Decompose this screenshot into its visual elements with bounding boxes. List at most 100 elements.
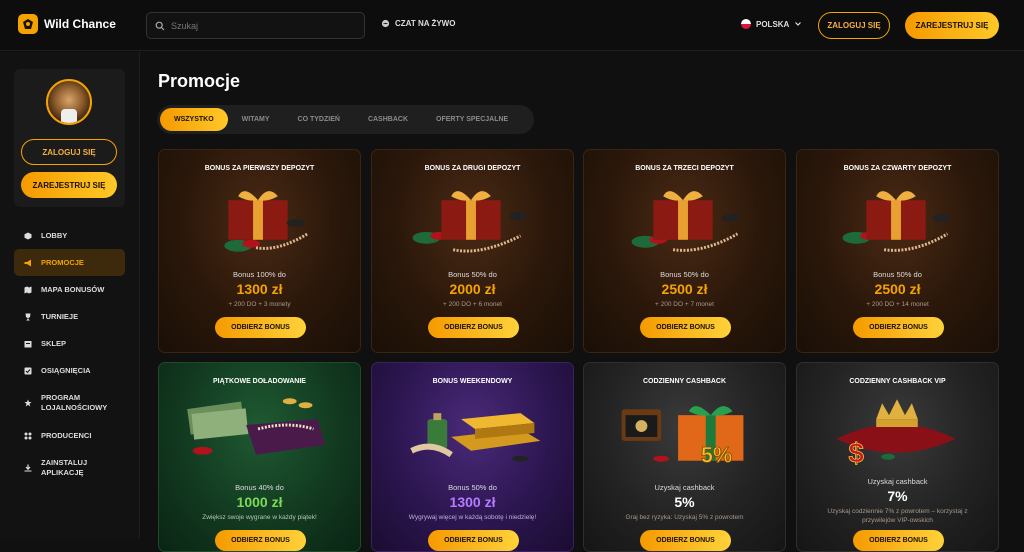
header-register-button[interactable]: ZAREJESTRUJ SIĘ bbox=[905, 12, 999, 39]
sidebar-item-program-lojalnosciowy[interactable]: PROGRAM LOJALNOŚCIOWY bbox=[14, 384, 125, 422]
promo-card[interactable]: BONUS ZA CZWARTY DEPOZYT Bonus 50% do 25… bbox=[796, 149, 999, 353]
promo-card[interactable]: CODZIENNY CASHBACK VIP $ Uzyskaj cashbac… bbox=[796, 362, 999, 552]
sidebar-nav: LOBBY PROMOCJE MAPA BONUSÓW TURNIEJE SKL… bbox=[14, 222, 125, 487]
promo-card-amount: 2500 zł bbox=[661, 281, 708, 297]
sidebar-item-osiagniecia[interactable]: OSIĄGNIĘCIA bbox=[14, 357, 125, 384]
promo-card-title: PIĄTKOWE DOŁADOWANIE bbox=[213, 378, 306, 385]
claim-bonus-button[interactable]: ODBIERZ BONUS bbox=[853, 317, 944, 338]
claim-bonus-button[interactable]: ODBIERZ BONUS bbox=[640, 317, 731, 338]
gift-box-icon bbox=[842, 191, 951, 252]
promo-card[interactable]: CODZIENNY CASHBACK 5% Uzyskaj cashback 5… bbox=[583, 362, 786, 552]
claim-bonus-button[interactable]: ODBIERZ BONUS bbox=[640, 530, 731, 551]
promo-card-amount: 1000 zł bbox=[236, 494, 283, 510]
sidebar-item-lobby[interactable]: LOBBY bbox=[14, 222, 125, 249]
tab-oferty-specjalne[interactable]: OFERTY SPECJALNE bbox=[422, 108, 522, 131]
promo-card[interactable]: BONUS WEEKENDOWY Bonus 50% do 1300 zł Wy… bbox=[371, 362, 574, 552]
lion-avatar bbox=[46, 79, 92, 125]
search-input[interactable] bbox=[171, 20, 351, 31]
achievement-icon bbox=[24, 367, 32, 374]
chevron-down-icon bbox=[795, 22, 802, 26]
sidebar-item-producenci[interactable]: PRODUCENCI bbox=[14, 422, 125, 449]
promo-card-subtitle: Bonus 100% do bbox=[233, 270, 286, 279]
vip-crown-icon: $ bbox=[836, 399, 956, 469]
sidebar-item-label: PRODUCENCI bbox=[41, 431, 92, 440]
search-bar[interactable] bbox=[146, 12, 365, 39]
promo-card-title: BONUS ZA PIERWSZY DEPOZYT bbox=[204, 165, 315, 172]
promo-card-note: + 200 DO + 3 monety bbox=[228, 301, 291, 308]
promo-card-title: BONUS ZA DRUGI DEPOZYT bbox=[424, 165, 521, 172]
tab-co-tydzien[interactable]: CO TYDZIEŃ bbox=[284, 108, 354, 131]
promo-card-subtitle: Uzyskaj cashback bbox=[654, 483, 715, 492]
promo-card-subtitle: Bonus 50% do bbox=[448, 270, 497, 279]
sidebar-item-label: PROMOCJE bbox=[41, 258, 84, 267]
claim-bonus-button[interactable]: ODBIERZ BONUS bbox=[215, 317, 306, 338]
sidebar-item-mapa-bonusow[interactable]: MAPA BONUSÓW bbox=[14, 276, 125, 303]
language-label: POLSKA bbox=[756, 19, 790, 29]
top-bar: Wild Chance CZAT NA ŻYWO POLSKA ZALOGUJ … bbox=[0, 0, 1024, 51]
promo-card[interactable]: BONUS ZA DRUGI DEPOZYT Bonus 50% do 2000… bbox=[371, 149, 574, 353]
search-icon bbox=[155, 21, 165, 30]
brand-name: Wild Chance bbox=[44, 17, 116, 31]
download-icon bbox=[24, 464, 32, 472]
promo-card-amount: 7% bbox=[887, 488, 908, 504]
megaphone-icon bbox=[24, 259, 31, 266]
promo-card[interactable]: BONUS ZA PIERWSZY DEPOZYT Bonus 100% do … bbox=[158, 149, 361, 353]
sidebar-item-label: LOBBY bbox=[41, 231, 68, 240]
loyalty-icon bbox=[24, 399, 32, 407]
promo-card[interactable]: PIĄTKOWE DOŁADOWANIE Bonus 40% do 1000 z… bbox=[158, 362, 361, 552]
promo-card-title: BONUS ZA CZWARTY DEPOZYT bbox=[843, 165, 952, 172]
svg-text:$: $ bbox=[848, 438, 864, 469]
promo-card-amount: 2000 zł bbox=[449, 281, 496, 297]
guest-profile-panel: ZALOGUJ SIĘ ZAREJESTRUJ SIĘ bbox=[14, 69, 125, 207]
trophy-icon bbox=[25, 313, 31, 320]
claim-bonus-button[interactable]: ODBIERZ BONUS bbox=[215, 530, 306, 551]
live-chat-button[interactable]: CZAT NA ŻYWO bbox=[381, 19, 455, 28]
promo-card-amount: 1300 zł bbox=[236, 281, 283, 297]
sidebar-item-promocje[interactable]: PROMOCJE bbox=[14, 249, 125, 276]
gift-box-icon bbox=[224, 191, 309, 252]
page-title: Promocje bbox=[158, 71, 241, 91]
sidebar-item-turnieje[interactable]: TURNIEJE bbox=[14, 303, 125, 330]
sidebar: ZALOGUJ SIĘ ZAREJESTRUJ SIĘ LOBBY PROMOC… bbox=[0, 52, 140, 539]
promo-card-amount: 5% bbox=[674, 494, 695, 510]
promo-card-title: BONUS WEEKENDOWY bbox=[432, 378, 513, 385]
sidebar-item-label: MAPA BONUSÓW bbox=[41, 285, 105, 294]
sidebar-item-label: SKLEP bbox=[41, 339, 67, 348]
sidebar-login-button[interactable]: ZALOGUJ SIĘ bbox=[21, 139, 117, 165]
map-icon bbox=[24, 286, 32, 293]
sidebar-register-button[interactable]: ZAREJESTRUJ SIĘ bbox=[21, 172, 117, 198]
brand-logo[interactable]: Wild Chance bbox=[18, 14, 116, 34]
claim-bonus-button[interactable]: ODBIERZ BONUS bbox=[428, 317, 519, 338]
promo-card[interactable]: BONUS ZA TRZECI DEPOZYT Bonus 50% do 250… bbox=[583, 149, 786, 353]
gift-box-icon bbox=[412, 191, 528, 253]
promo-card-note: + 200 DO + 14 monet bbox=[866, 301, 929, 308]
language-selector[interactable]: POLSKA bbox=[741, 19, 802, 29]
header-login-button[interactable]: ZALOGUJ SIĘ bbox=[818, 12, 890, 39]
sidebar-item-label: OSIĄGNIĘCIA bbox=[41, 366, 91, 375]
promo-card-subtitle: Bonus 40% do bbox=[235, 483, 284, 492]
claim-bonus-button[interactable]: ODBIERZ BONUS bbox=[428, 530, 519, 551]
grid-icon bbox=[24, 432, 32, 439]
sidebar-item-sklep[interactable]: SKLEP bbox=[14, 330, 125, 357]
sidebar-item-zainstaluj-aplikacje[interactable]: ZAINSTALUJ APLIKACJĘ bbox=[14, 449, 125, 487]
promo-card-amount: 2500 zł bbox=[874, 281, 921, 297]
tab-cashback[interactable]: CASHBACK bbox=[354, 108, 422, 131]
sidebar-item-label: TURNIEJE bbox=[41, 312, 79, 321]
promo-card-subtitle: Uzyskaj cashback bbox=[867, 477, 928, 486]
promo-card-subtitle: Bonus 50% do bbox=[873, 270, 922, 279]
promo-card-note: + 200 DO + 6 monet bbox=[443, 301, 502, 308]
main-content: Promocje WSZYSTKO WITAMY CO TYDZIEŃ CASH… bbox=[141, 52, 1024, 552]
promo-card-subtitle: Bonus 50% do bbox=[448, 483, 497, 492]
sidebar-item-label: PROGRAM LOJALNOŚCIOWY bbox=[41, 393, 108, 412]
promo-card-subtitle: Bonus 50% do bbox=[660, 270, 709, 279]
promo-card-note: Wygrywaj więcej w każdą sobotę i niedzie… bbox=[408, 514, 537, 521]
promo-card-title: BONUS ZA TRZECI DEPOZYT bbox=[635, 165, 734, 172]
tab-wszystko[interactable]: WSZYSTKO bbox=[160, 108, 228, 131]
claim-bonus-button[interactable]: ODBIERZ BONUS bbox=[853, 530, 944, 551]
tab-witamy[interactable]: WITAMY bbox=[228, 108, 284, 131]
cashback-gift-icon: 5% bbox=[621, 406, 744, 468]
chat-icon bbox=[381, 19, 390, 28]
poland-flag-icon bbox=[741, 19, 751, 29]
promo-card-note: Uzyskaj codziennie 7% z powrotem – korzy… bbox=[827, 508, 968, 524]
promo-card-title: CODZIENNY CASHBACK VIP bbox=[849, 378, 946, 385]
